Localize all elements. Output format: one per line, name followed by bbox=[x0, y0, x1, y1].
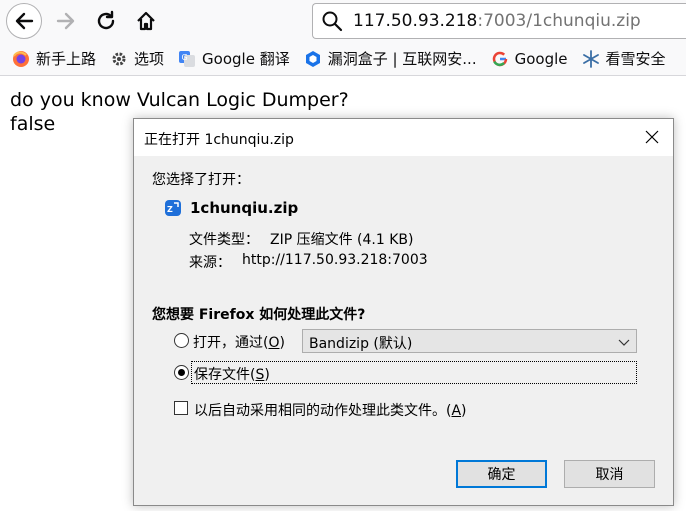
bookmark-options[interactable]: 选项 bbox=[110, 48, 164, 69]
you-chose-label: 您选择了打开： bbox=[152, 172, 250, 188]
browser-toolbar: 117.50.93.218:7003/1chunqiu.zip bbox=[0, 0, 686, 42]
remember-choice-checkbox[interactable] bbox=[174, 401, 188, 415]
google-icon bbox=[491, 50, 509, 68]
open-app-value: Bandizip (默认) bbox=[309, 336, 413, 352]
bookmark-label: Google 翻译 bbox=[202, 50, 290, 68]
bookmark-vulbox[interactable]: 漏洞盒子 | 互联网安... bbox=[304, 48, 477, 69]
home-button[interactable] bbox=[130, 5, 162, 37]
page-text-line-1: do you know Vulcan Logic Dumper? bbox=[10, 89, 349, 111]
close-button[interactable] bbox=[637, 123, 667, 151]
snowflake-icon bbox=[582, 49, 600, 68]
svg-text:G: G bbox=[182, 53, 188, 62]
bookmark-label: Google bbox=[514, 49, 568, 68]
dialog-titlebar: 正在打开 1chunqiu.zip bbox=[134, 119, 673, 156]
remember-choice-label[interactable]: 以后自动采用相同的动作处理此类文件。(A) bbox=[194, 400, 467, 420]
arrow-right-icon bbox=[56, 12, 75, 30]
bookmarks-bar: 新手上路 选项 G Google 翻译 漏洞盒子 | 互联网安... Googl… bbox=[0, 42, 686, 76]
zip-file-icon: Z bbox=[165, 200, 181, 216]
back-button[interactable] bbox=[6, 3, 42, 39]
open-with-label[interactable]: 打开，通过(O) bbox=[193, 332, 285, 352]
close-icon bbox=[645, 130, 659, 144]
ok-button[interactable]: 确定 bbox=[456, 460, 547, 488]
open-with-suffix: ) bbox=[279, 335, 285, 351]
home-icon bbox=[137, 11, 155, 31]
bookmark-google[interactable]: Google bbox=[491, 50, 568, 68]
remember-choice-accesskey: A bbox=[451, 403, 462, 419]
open-with-text: 打开，通过( bbox=[193, 335, 269, 351]
remember-choice-text: 以后自动采用相同的动作处理此类文件。( bbox=[194, 403, 452, 419]
shield-icon bbox=[304, 50, 322, 68]
open-app-select[interactable]: Bandizip (默认) bbox=[302, 329, 637, 353]
file-name: 1chunqiu.zip bbox=[190, 199, 299, 217]
action-question: 您想要 Firefox 如何处理此文件? bbox=[152, 307, 366, 323]
reload-icon bbox=[97, 10, 115, 30]
url-text: 117.50.93.218:7003/1chunqiu.zip bbox=[353, 11, 641, 31]
firefox-icon bbox=[12, 50, 30, 68]
bookmark-label: 看雪安全 bbox=[605, 50, 666, 68]
bookmark-label: 新手上路 bbox=[36, 50, 97, 68]
bookmark-label: 漏洞盒子 | 互联网安... bbox=[327, 50, 477, 68]
file-type-label: 文件类型： bbox=[189, 232, 259, 248]
source-label: 来源： bbox=[189, 255, 231, 271]
bookmark-google-translate[interactable]: G Google 翻译 bbox=[178, 48, 290, 69]
search-icon bbox=[321, 10, 347, 32]
open-with-radio[interactable] bbox=[174, 333, 189, 348]
dialog-title: 正在打开 1chunqiu.zip bbox=[144, 132, 294, 148]
download-dialog: 正在打开 1chunqiu.zip 您选择了打开： Z 1chunqiu.zip… bbox=[133, 118, 674, 506]
save-file-suffix: ) bbox=[264, 367, 270, 383]
url-host: 117.50.93.218 bbox=[353, 11, 478, 31]
bookmark-kanxue[interactable]: 看雪安全 bbox=[582, 48, 666, 69]
save-file-label[interactable]: 保存文件(S) bbox=[194, 364, 270, 384]
url-bar[interactable]: 117.50.93.218:7003/1chunqiu.zip bbox=[312, 3, 686, 39]
chevron-down-icon bbox=[618, 339, 630, 346]
url-path: :7003/1chunqiu.zip bbox=[477, 11, 641, 31]
source-value: http://117.50.93.218:7003 bbox=[242, 252, 428, 268]
forward-button[interactable] bbox=[50, 5, 82, 37]
translate-icon: G bbox=[178, 50, 196, 68]
file-type-value: ZIP 压缩文件 (4.1 KB) bbox=[270, 232, 414, 248]
remember-choice-suffix: ) bbox=[461, 403, 467, 419]
bookmark-newbie[interactable]: 新手上路 bbox=[12, 48, 96, 69]
bookmark-label: 选项 bbox=[134, 50, 165, 68]
arrow-left-icon bbox=[15, 12, 34, 30]
cancel-button[interactable]: 取消 bbox=[564, 460, 655, 488]
gear-icon bbox=[110, 50, 128, 68]
file-row: Z 1chunqiu.zip bbox=[164, 199, 298, 217]
save-file-radio[interactable] bbox=[174, 365, 189, 380]
open-with-accesskey: O bbox=[268, 335, 280, 351]
save-file-text: 保存文件( bbox=[194, 367, 256, 383]
reload-button[interactable] bbox=[90, 5, 122, 37]
svg-text:Z: Z bbox=[167, 205, 173, 214]
